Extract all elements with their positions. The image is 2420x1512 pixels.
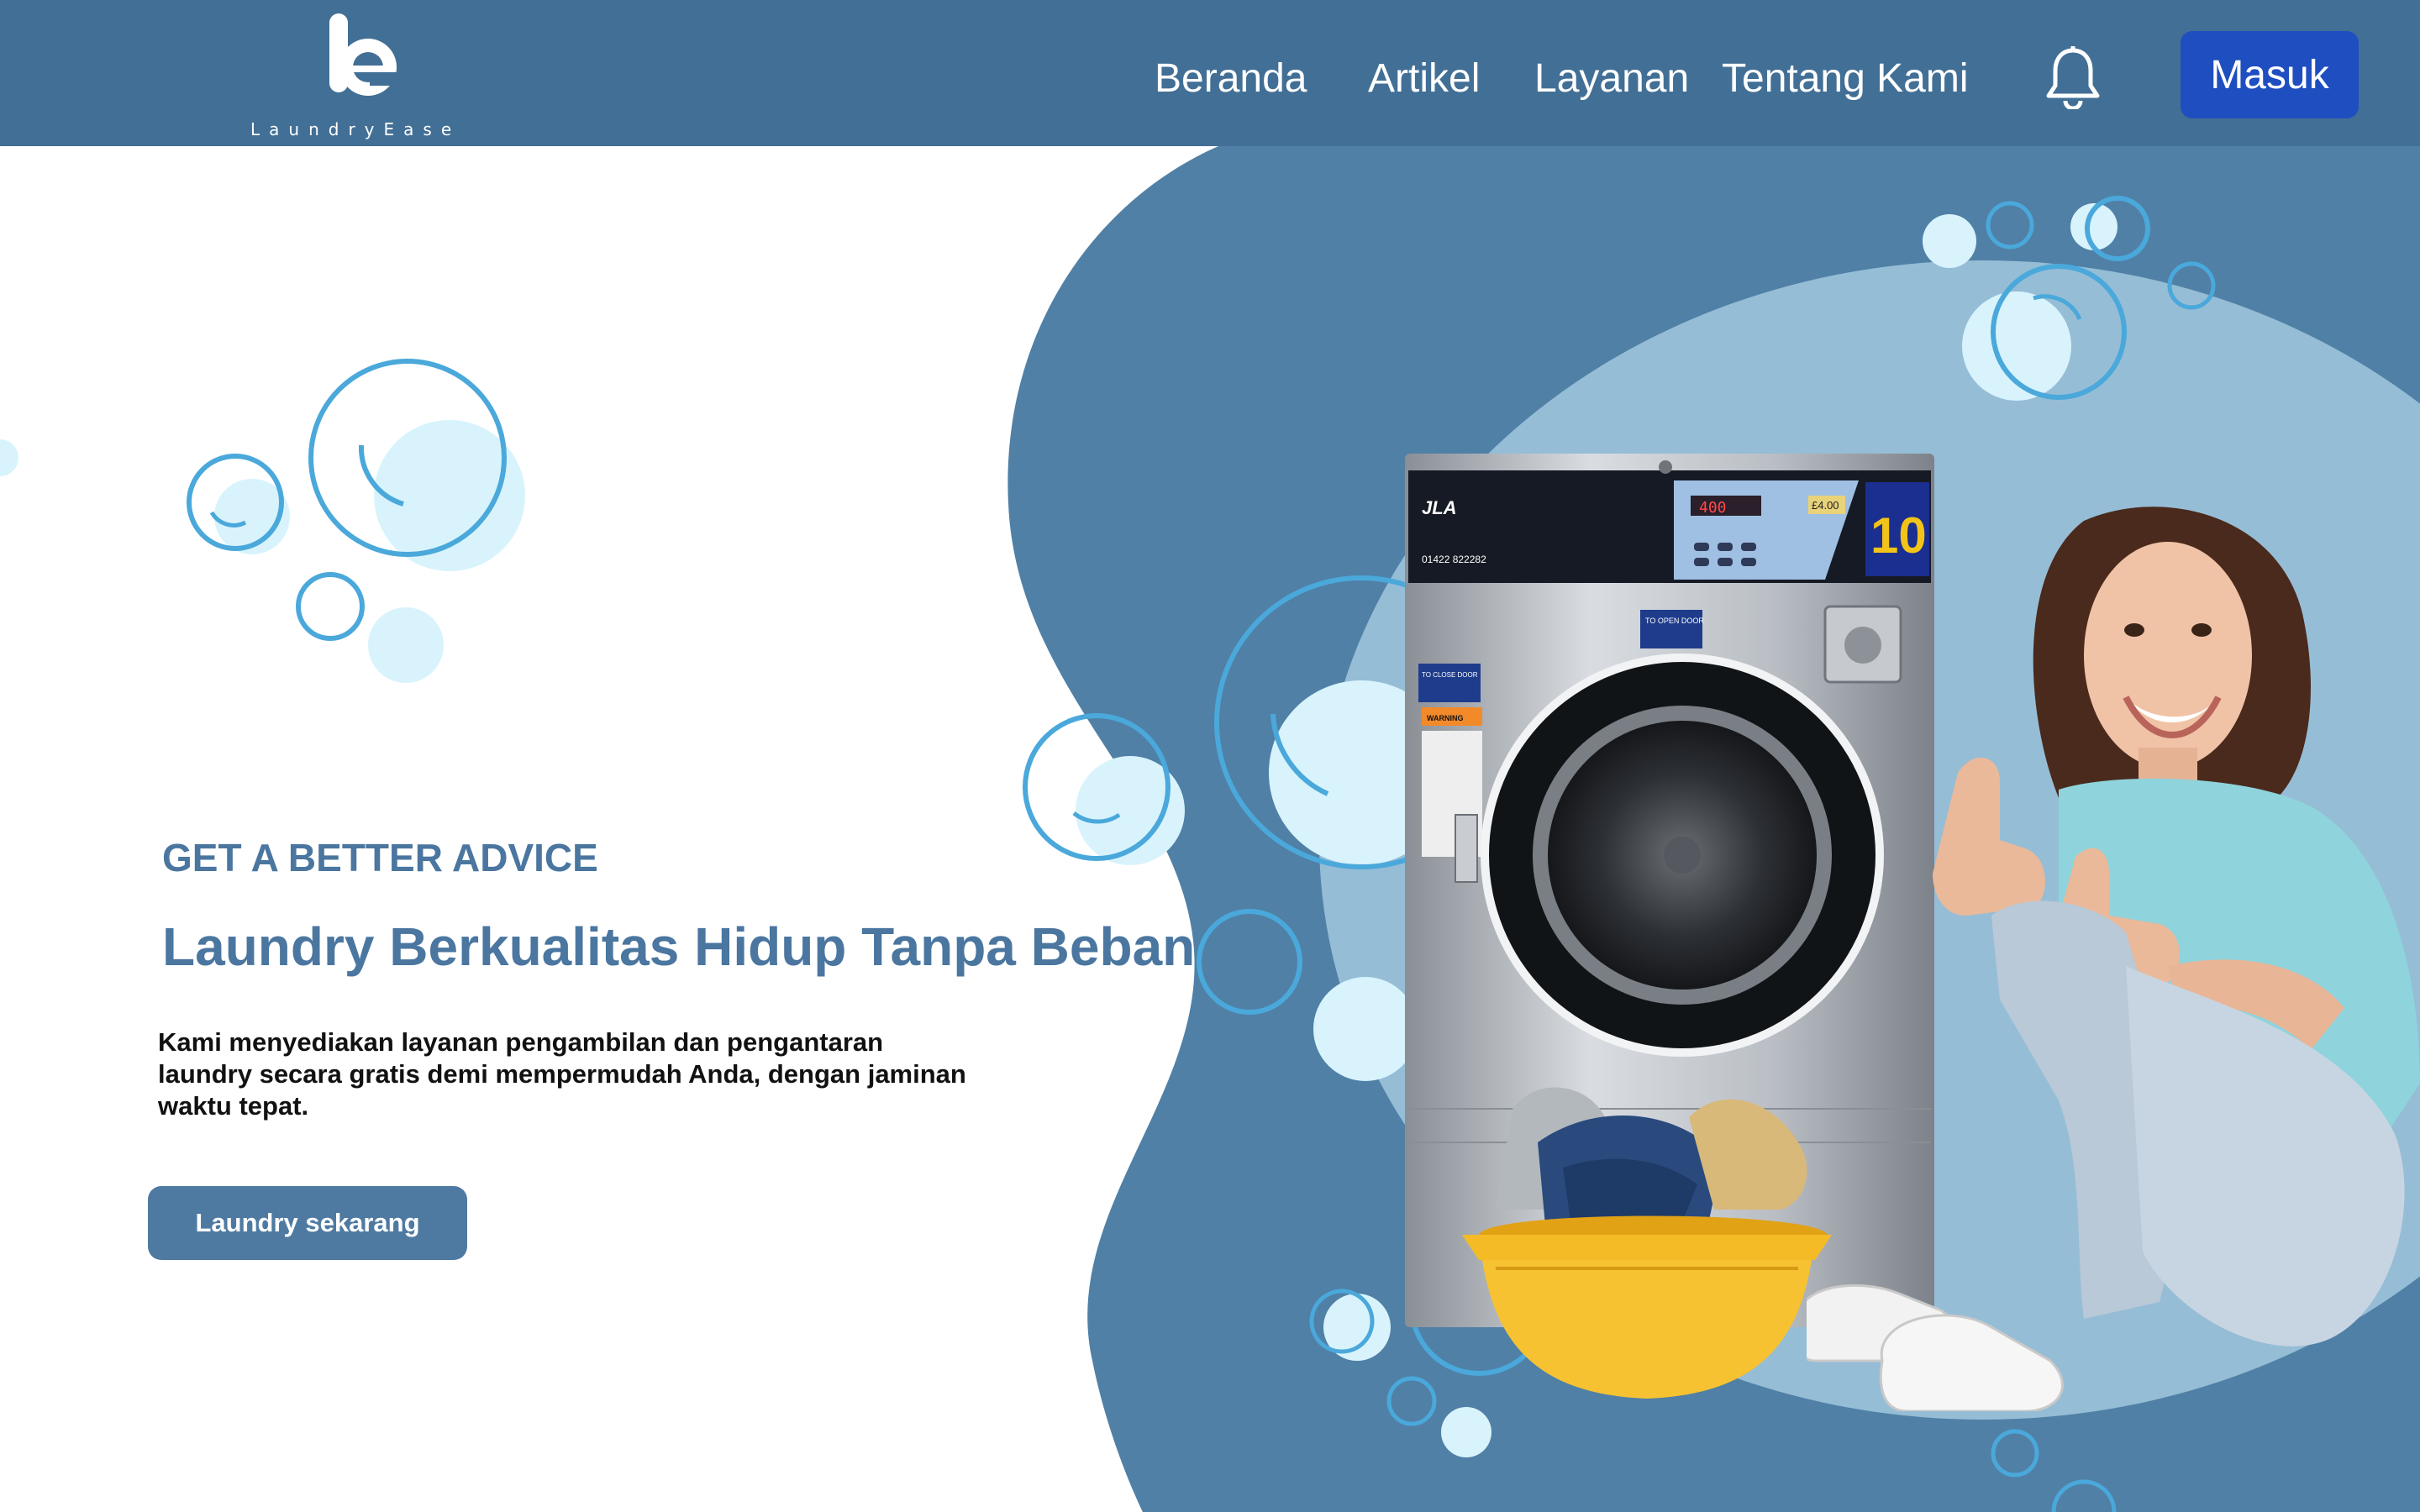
brand-name: LaundryEase (250, 119, 461, 139)
machine-warning-label: WARNING (1427, 714, 1464, 722)
bubbles-left (0, 359, 525, 683)
hero-description: Kami menyediakan layanan pengambilan dan… (158, 1027, 966, 1121)
machine-display: 400 (1699, 499, 1727, 517)
laundry-now-button[interactable]: Laundry sekarang (148, 1186, 467, 1260)
nav-beranda[interactable]: Beranda (1155, 55, 1307, 102)
logo-mark (329, 13, 402, 96)
nav-tentang-kami[interactable]: Tentang Kami (1722, 55, 1969, 102)
top-navbar: LaundryEase Beranda Artikel Layanan Tent… (0, 0, 2420, 146)
machine-brand: JLA (1422, 497, 1457, 518)
laundry-basket-image (1462, 1087, 1832, 1399)
machine-open-door-label: TO OPEN DOOR (1645, 617, 1704, 625)
machine-phone: 01422 822282 (1422, 554, 1486, 565)
woman-thumbs-up-image (1807, 507, 2420, 1411)
nav-artikel[interactable]: Artikel (1368, 55, 1480, 102)
machine-close-door-label: TO CLOSE DOOR (1422, 671, 1478, 679)
hero-eyebrow: GET A BETTER ADVICE (162, 836, 598, 879)
bell-icon[interactable] (2044, 45, 2102, 109)
nav-layanan[interactable]: Layanan (1534, 55, 1689, 102)
brand-logo[interactable]: LaundryEase (244, 10, 496, 139)
hero-headline: Laundry Berkualitas Hidup Tanpa Beban (162, 916, 1196, 977)
login-button[interactable]: Masuk (2181, 31, 2359, 118)
landing-page: LaundryEase Beranda Artikel Layanan Tent… (0, 0, 2420, 1512)
